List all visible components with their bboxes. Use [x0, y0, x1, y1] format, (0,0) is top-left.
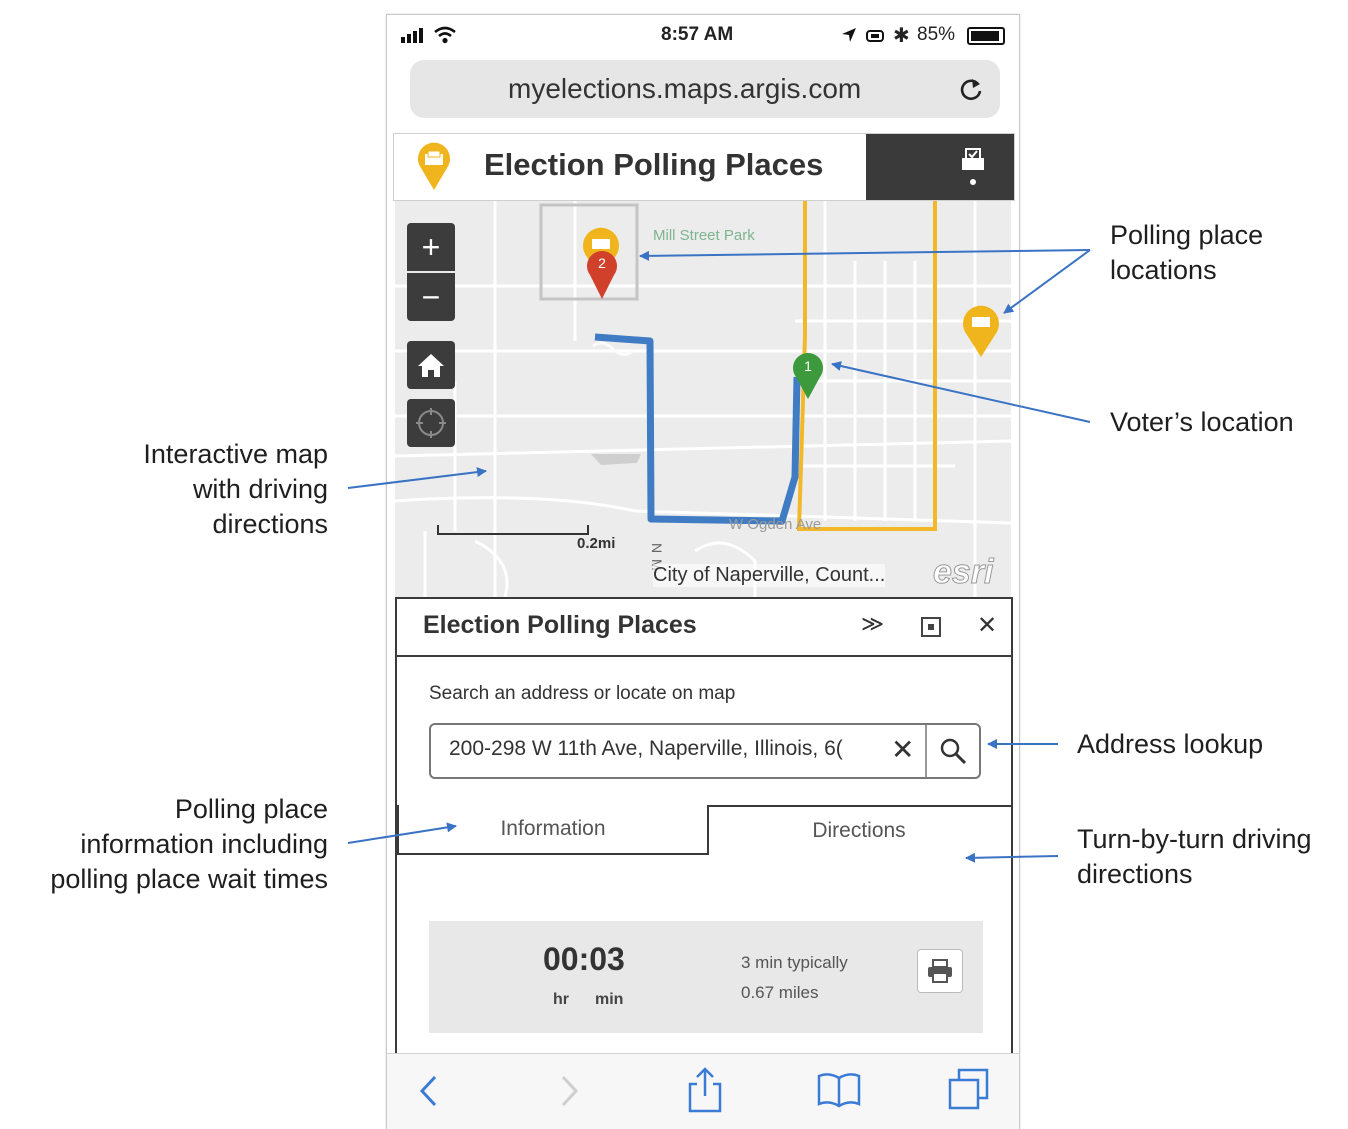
- browser-toolbar: [387, 1053, 1019, 1129]
- voter-marker-label: 1: [804, 358, 812, 374]
- polling-panel: Election Polling Places ≫ ✕ Search an ad…: [395, 597, 1013, 1057]
- min-label: min: [595, 991, 624, 1008]
- phone-screen: 8:57 AM ✱ 85% myelections.maps.argis.com…: [386, 14, 1020, 1129]
- battery-percent: 85%: [917, 24, 956, 45]
- callout-line: polling place wait times: [50, 864, 328, 894]
- callout-turn-by-turn: Turn-by-turn driving directions: [1077, 822, 1312, 892]
- street-grid: [395, 201, 1011, 597]
- status-bar: 8:57 AM ✱ 85%: [387, 15, 1019, 53]
- voter-location-marker[interactable]: 1: [791, 351, 825, 401]
- driving-route: [594, 333, 801, 525]
- minus-icon: −: [421, 278, 441, 315]
- status-time: 8:57 AM: [661, 24, 734, 45]
- home-icon: [418, 354, 444, 377]
- url-bar[interactable]: myelections.maps.argis.com: [410, 60, 1000, 118]
- callout-line: locations: [1110, 255, 1217, 285]
- distance: 0.67 miles: [741, 983, 819, 1002]
- zoom-out-button[interactable]: −: [407, 273, 455, 321]
- scale-label: 0.2mi: [577, 535, 616, 552]
- callout-line: with driving: [192, 474, 328, 504]
- street-label: W Ogden Ave: [729, 516, 822, 533]
- wifi-icon: [434, 26, 456, 44]
- home-button[interactable]: [407, 341, 455, 389]
- search-label: Search an address or locate on map: [429, 683, 736, 704]
- callout-line: directions: [212, 509, 328, 539]
- travel-time: 00:03: [543, 941, 625, 977]
- callout-line: information including: [80, 829, 328, 859]
- panel-title: Election Polling Places: [423, 611, 697, 639]
- plus-icon: +: [421, 228, 441, 265]
- clear-search-icon[interactable]: ✕: [891, 733, 914, 766]
- search-divider: [925, 725, 927, 777]
- bookmarks-icon[interactable]: [817, 1072, 861, 1108]
- typical-time: 3 min typically: [741, 953, 848, 972]
- app-logo-icon: [418, 142, 450, 190]
- pond-shape: [591, 454, 641, 465]
- crosshair-icon: [416, 408, 446, 438]
- app-title: Election Polling Places: [484, 147, 824, 182]
- creek-symbol: [592, 341, 634, 356]
- share-icon[interactable]: [687, 1066, 723, 1114]
- collapse-icon[interactable]: ≫: [861, 611, 884, 637]
- callout-line: Voter’s location: [1110, 407, 1294, 437]
- map-view[interactable]: Mill Street Park W Ogden Ave N M + − 2 1…: [395, 201, 1011, 597]
- bluetooth-icon: ✱: [893, 25, 910, 47]
- app-header: Election Polling Places: [393, 133, 1015, 201]
- map-canvas[interactable]: [395, 201, 1011, 597]
- tab-information[interactable]: Information: [397, 805, 709, 855]
- callout-line: Turn-by-turn driving: [1077, 824, 1312, 854]
- battery-icon: [967, 27, 1005, 45]
- location-arrow-icon: [842, 28, 856, 42]
- callout-line: directions: [1077, 859, 1193, 889]
- close-icon[interactable]: ✕: [977, 611, 997, 640]
- callout-line: Polling place: [1110, 220, 1264, 250]
- callout-voter-location: Voter’s location: [1110, 405, 1294, 440]
- callout-line: Interactive map: [143, 439, 328, 469]
- esri-logo: esri: [933, 553, 994, 592]
- forward-icon[interactable]: [557, 1074, 581, 1108]
- park-label: Mill Street Park: [653, 227, 755, 244]
- map-attribution: City of Naperville, Count...: [653, 564, 886, 587]
- widget-toggle-button[interactable]: [866, 134, 1014, 200]
- locate-button[interactable]: [407, 399, 455, 447]
- tab-directions[interactable]: Directions: [707, 807, 1011, 855]
- address-search[interactable]: 200-298 W 11th Ave, Naperville, Illinois…: [429, 723, 981, 779]
- scale-bar: [437, 525, 589, 535]
- panel-header: Election Polling Places ≫ ✕: [397, 599, 1011, 657]
- url-text: myelections.maps.argis.com: [508, 73, 862, 104]
- reload-icon[interactable]: [958, 77, 984, 103]
- destination-marker-label: 2: [598, 255, 606, 271]
- back-icon[interactable]: [417, 1074, 441, 1108]
- callout-line: Address lookup: [1077, 729, 1264, 759]
- signal-icon: [401, 28, 423, 43]
- callout-line: Polling place: [174, 794, 328, 824]
- alarm-icon: [866, 30, 884, 42]
- print-button[interactable]: [917, 949, 963, 993]
- callout-interactive-map: Interactive map with driving directions: [0, 437, 328, 542]
- tabs-icon[interactable]: [947, 1068, 991, 1112]
- callout-polling-locations: Polling place locations: [1110, 218, 1263, 288]
- ballot-box-icon: [962, 148, 984, 185]
- polling-place-marker[interactable]: [961, 305, 1001, 359]
- printer-icon: [928, 959, 952, 983]
- maximize-icon[interactable]: [921, 617, 941, 637]
- tab-directions-label: Directions: [812, 819, 906, 842]
- route-summary: 00:03 hr min 3 min typically 0.67 miles: [429, 921, 983, 1033]
- hr-label: hr: [553, 991, 569, 1008]
- callout-address-lookup: Address lookup: [1077, 727, 1263, 762]
- search-input[interactable]: 200-298 W 11th Ave, Naperville, Illinois…: [449, 737, 869, 761]
- search-icon[interactable]: [939, 737, 967, 765]
- callout-polling-info: Polling place information including poll…: [0, 792, 328, 897]
- tab-information-label: Information: [500, 817, 606, 840]
- zoom-in-button[interactable]: +: [407, 223, 455, 271]
- destination-marker[interactable]: 2: [585, 247, 619, 301]
